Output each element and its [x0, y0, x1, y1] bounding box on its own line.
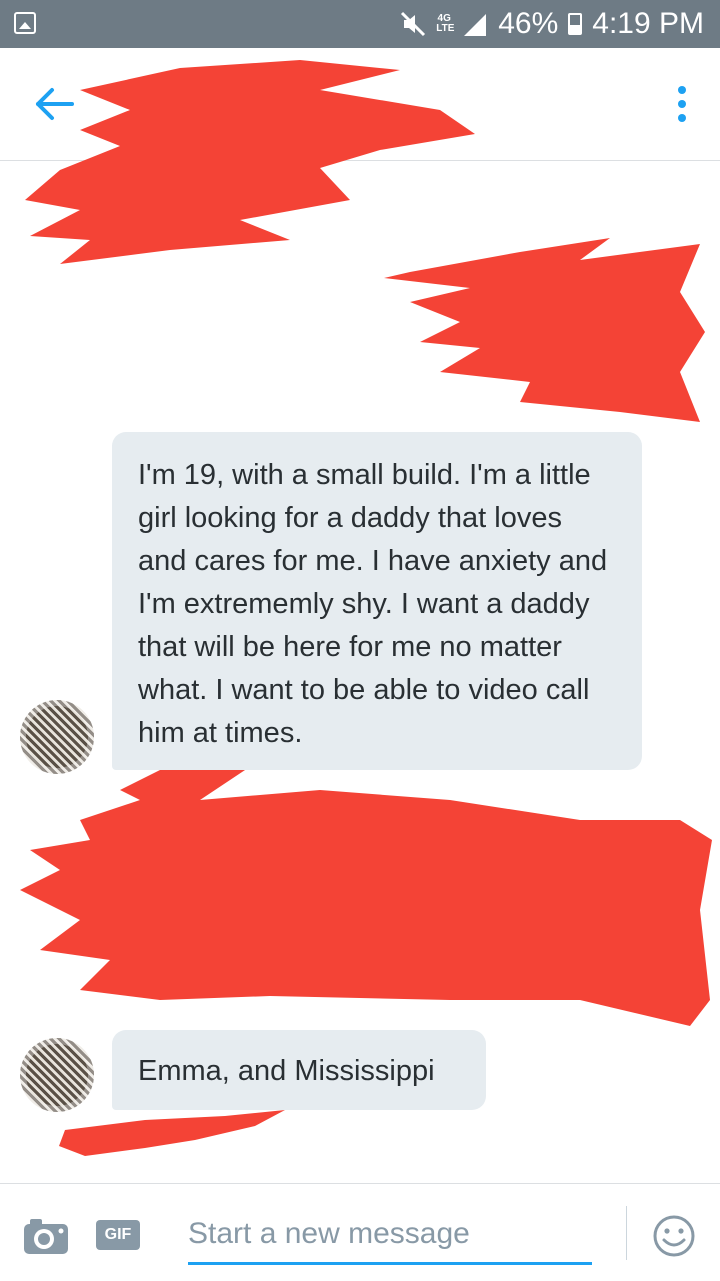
message-bubble[interactable]: Emma, and Mississippi [112, 1030, 486, 1110]
message-input[interactable] [188, 1206, 592, 1265]
composer-divider [626, 1206, 627, 1260]
gallery-icon [14, 12, 36, 34]
gif-button[interactable]: GIF [96, 1220, 140, 1250]
more-vertical-icon [678, 86, 686, 94]
avatar[interactable] [20, 1038, 94, 1112]
status-bar: 4G LTE 46% 4:19 PM [0, 0, 720, 48]
smiley-icon [653, 1215, 695, 1257]
network-type: 4G LTE [436, 13, 455, 34]
battery-icon [568, 13, 583, 35]
message-composer: GIF [0, 1183, 720, 1281]
signal-icon [462, 12, 488, 36]
emoji-button[interactable] [652, 1214, 696, 1258]
message-text: I'm 19, with a small build. I'm a little… [138, 459, 608, 749]
redaction-sent-message [384, 238, 705, 422]
battery-percent: 46% [498, 7, 559, 40]
status-icons: 4G LTE 46% 4:19 PM [400, 6, 704, 42]
message-bubble[interactable]: I'm 19, with a small build. I'm a little… [112, 432, 642, 770]
mute-icon [400, 11, 426, 37]
message-row: I'm 19, with a small build. I'm a little… [0, 430, 720, 775]
more-options-button[interactable] [674, 86, 690, 126]
message-text: Emma, and Mississippi [138, 1055, 435, 1087]
message-row: Emma, and Mississippi [0, 1030, 720, 1115]
camera-icon[interactable] [22, 1216, 70, 1256]
avatar[interactable] [20, 700, 94, 774]
redaction-sent-message-2 [20, 760, 712, 1026]
clock: 4:19 PM [592, 7, 704, 40]
